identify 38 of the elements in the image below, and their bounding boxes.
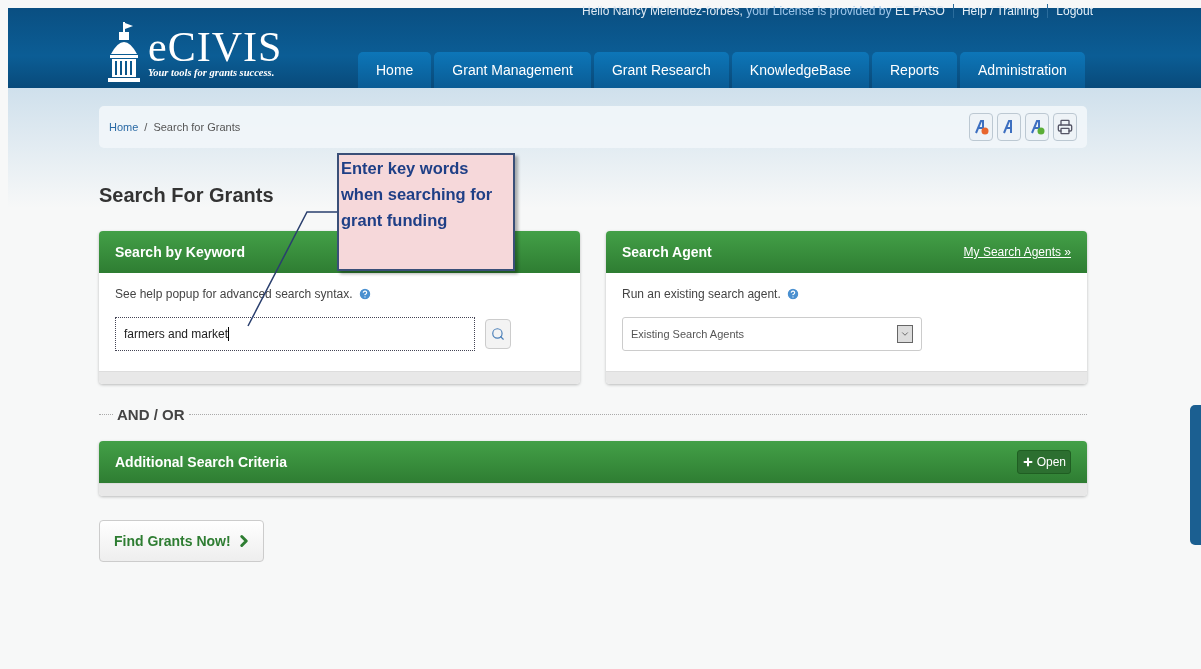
callout-note: Enter key words when searching for grant funding — [337, 153, 515, 271]
header-link[interactable]: Logout — [1047, 4, 1093, 18]
section-divider-label: AND / OR — [117, 406, 185, 423]
panel-title: Search Agent — [622, 244, 712, 260]
keyword-input-field[interactable]: farmers and market — [115, 317, 475, 351]
text-decrease-icon — [973, 119, 989, 135]
logo-wordmark: eCIVIS — [148, 27, 283, 67]
page-title: Search For Grants — [99, 184, 274, 207]
text-increase-icon — [1029, 119, 1045, 135]
help-text: Run an existing search agent. — [622, 287, 781, 301]
panel-title: Search by Keyword — [115, 244, 245, 260]
header-link[interactable]: Help / Training — [952, 4, 1040, 18]
nav-tab[interactable]: KnowledgeBase — [731, 52, 869, 88]
search-icon — [491, 327, 505, 341]
search-agent-dropdown[interactable]: Existing Search Agents — [622, 317, 922, 351]
breadcrumb-separator: / — [144, 121, 148, 133]
decrease-text-button[interactable] — [969, 113, 993, 141]
capitol-dome-icon — [106, 22, 142, 84]
nav-tab[interactable]: Reports — [872, 52, 958, 88]
search-button[interactable] — [485, 319, 511, 349]
nav-tab[interactable]: Home — [358, 52, 432, 88]
nav-tab[interactable]: Grant Management — [434, 52, 591, 88]
help-icon — [785, 287, 800, 301]
increase-text-button[interactable] — [1025, 113, 1049, 141]
reset-text-button[interactable] — [997, 113, 1021, 141]
nav-tab[interactable]: Grant Research — [594, 52, 729, 88]
breadcrumb-link[interactable]: Home — [109, 121, 139, 133]
print-button[interactable] — [1053, 113, 1077, 141]
find-grants-button[interactable]: Find Grants Now! — [99, 520, 264, 562]
open-button[interactable]: Open — [1016, 450, 1071, 474]
my-search-agents-link[interactable]: My Search Agents » — [963, 245, 1071, 259]
user-greeting: Hello Nancy Melendez-forbes, your License is provided by EL PASO — [582, 4, 945, 18]
logo-tagline: Your tools for grants success. — [148, 67, 276, 78]
nav-tab[interactable]: Administration — [960, 52, 1085, 88]
breadcrumb-current: Search for Grants — [153, 121, 241, 133]
help-icon — [357, 287, 372, 301]
panel-title: Additional Search Criteria — [115, 454, 287, 470]
plus-icon — [1021, 456, 1034, 468]
